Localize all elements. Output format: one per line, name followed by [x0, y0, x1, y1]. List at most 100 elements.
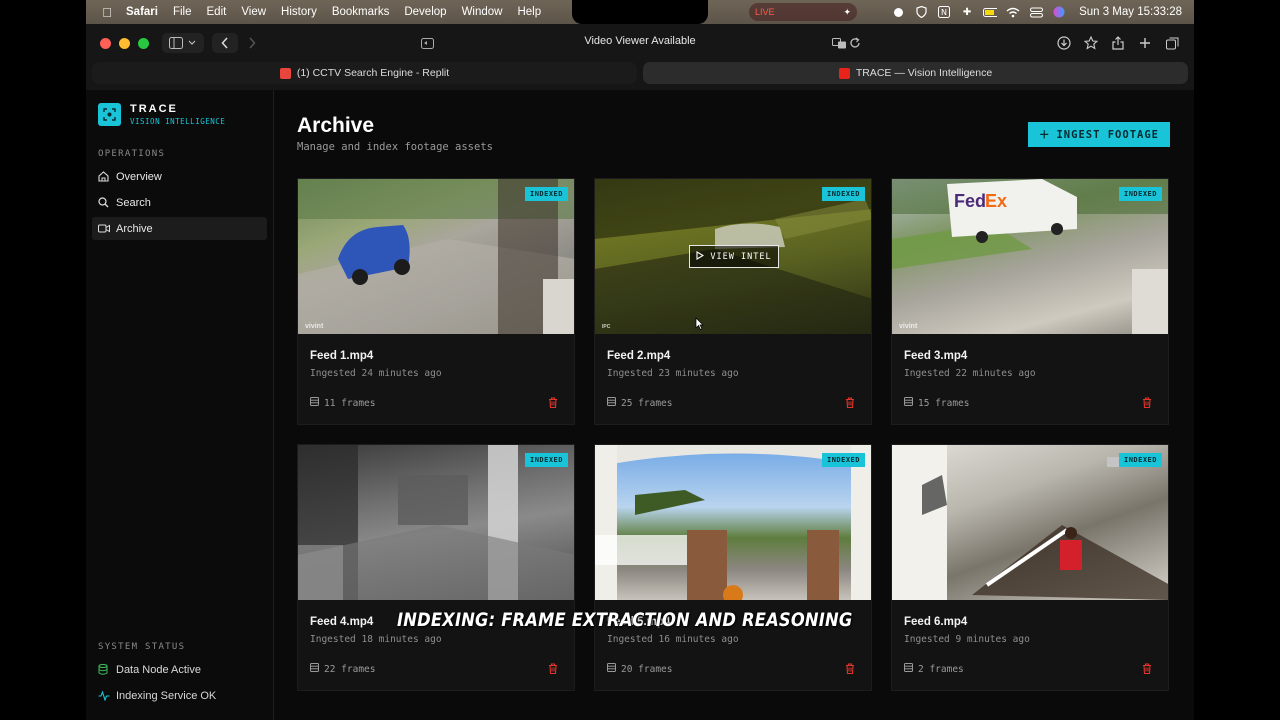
- svg-text:N: N: [941, 8, 947, 17]
- live-label: LIVE: [755, 7, 775, 17]
- tab-cctv-search[interactable]: (1) CCTV Search Engine - Replit: [92, 62, 637, 84]
- brand-subtitle: VISION INTELLIGENCE: [130, 117, 226, 126]
- feed-name: Feed 6.mp4: [904, 616, 968, 628]
- menu-clock[interactable]: Sun 3 May 15:33:28: [1079, 6, 1182, 18]
- plus-icon[interactable]: ✚: [960, 5, 974, 19]
- record-icon[interactable]: [891, 5, 905, 19]
- mouse-cursor-icon: [695, 317, 704, 334]
- translate-icon[interactable]: [831, 33, 847, 53]
- frames-label: 20 frames: [621, 663, 673, 675]
- shield-icon[interactable]: [914, 5, 928, 19]
- camera-watermark: vivint: [305, 323, 324, 330]
- feed-card[interactable]: INDEXED Feed 4.mp4 Ingested 18 minutes a…: [297, 444, 575, 691]
- tab-overview-icon[interactable]: [1164, 33, 1180, 53]
- indexed-badge: INDEXED: [821, 453, 865, 467]
- delete-icon[interactable]: [843, 395, 857, 409]
- address-bar[interactable]: Video Viewer Available: [86, 35, 1194, 47]
- feed-frame-count: 22 frames: [310, 663, 375, 675]
- feed-thumbnail[interactable]: Fed Ex INDEXED vivint: [892, 179, 1168, 334]
- home-icon: [98, 171, 110, 182]
- control-center-icon[interactable]: [1029, 5, 1043, 19]
- menu-develop[interactable]: Develop: [404, 6, 446, 18]
- status-label: Indexing Service OK: [116, 689, 217, 702]
- feed-thumbnail[interactable]: INDEXED IPC VIEW INTEL: [595, 179, 871, 334]
- feed-thumbnail[interactable]: INDEXED: [892, 445, 1168, 600]
- system-status: SYSTEM STATUS Data Node Active Indexing …: [86, 642, 273, 710]
- sidebar-item-label: Archive: [116, 222, 153, 235]
- feed-thumbnail[interactable]: INDEXED: [298, 445, 574, 600]
- feed-thumbnail[interactable]: INDEXED vivint: [298, 179, 574, 334]
- macos-menu-bar:  Safari File Edit View History Bookmark…: [86, 0, 1194, 24]
- status-label: Data Node Active: [116, 663, 201, 676]
- camera-watermark: vivint: [899, 323, 918, 330]
- feed-thumbnail[interactable]: INDEXED: [595, 445, 871, 600]
- frames-label: 2 frames: [918, 663, 964, 675]
- view-intel-button[interactable]: VIEW INTEL: [689, 245, 779, 268]
- camera-notch: [572, 0, 708, 24]
- trace-favicon-icon: [838, 67, 850, 79]
- tab-trace[interactable]: TRACE — Vision Intelligence: [643, 62, 1188, 84]
- delete-icon[interactable]: [546, 395, 560, 409]
- feed-frame-count: 25 frames: [607, 397, 672, 409]
- indexed-badge: INDEXED: [1118, 453, 1162, 467]
- menu-view[interactable]: View: [241, 6, 266, 18]
- live-indicator[interactable]: LIVE ✦: [749, 3, 857, 21]
- notion-icon[interactable]: N: [937, 5, 951, 19]
- search-icon: [98, 197, 110, 208]
- reload-icon[interactable]: [848, 33, 862, 53]
- menu-window[interactable]: Window: [462, 6, 503, 18]
- frames-label: 22 frames: [324, 663, 376, 675]
- feed-ingested-time: Ingested 16 minutes ago: [607, 634, 739, 645]
- tab-label: TRACE — Vision Intelligence: [855, 67, 993, 79]
- status-tray: N ✚ Sun 3 May 15:33:28: [891, 0, 1182, 24]
- delete-icon[interactable]: [1140, 395, 1154, 409]
- feed-frame-count: 20 frames: [607, 663, 672, 675]
- apple-icon[interactable]: : [100, 5, 114, 20]
- frames-stack-icon: [904, 663, 913, 675]
- delete-icon[interactable]: [1140, 661, 1154, 675]
- feed-ingested-time: Ingested 23 minutes ago: [607, 368, 739, 379]
- delete-icon[interactable]: [546, 661, 560, 675]
- indexed-badge: INDEXED: [1118, 187, 1162, 201]
- replit-favicon-icon: [279, 67, 291, 79]
- feed-ingested-time: Ingested 18 minutes ago: [310, 634, 442, 645]
- feed-card[interactable]: INDEXED vivint Feed 1.mp4 Ingested 24 mi…: [297, 178, 575, 425]
- battery-icon[interactable]: [983, 5, 998, 19]
- svg-text:Ex: Ex: [985, 191, 1007, 211]
- operations-label: OPERATIONS: [98, 149, 166, 159]
- bookmark-star-icon[interactable]: [1083, 33, 1099, 53]
- feed-name: Feed 2.mp4: [607, 350, 671, 362]
- feed-card[interactable]: INDEXED Feed 5.mp4 Ingested 16 minutes a…: [594, 444, 872, 691]
- sidebar-item-overview[interactable]: Overview: [92, 165, 267, 188]
- feed-card[interactable]: INDEXED Feed 6.mp4 Ingested 9 minutes ag…: [891, 444, 1169, 691]
- new-tab-icon[interactable]: [1137, 33, 1153, 53]
- brand-name: TRACE: [130, 103, 178, 115]
- menu-edit[interactable]: Edit: [207, 6, 227, 18]
- menu-app[interactable]: Safari: [126, 6, 158, 18]
- camera-watermark: IPC: [602, 324, 611, 330]
- menu-bookmarks[interactable]: Bookmarks: [332, 6, 390, 18]
- share-icon[interactable]: [1110, 33, 1126, 53]
- page-title: Archive: [297, 114, 375, 137]
- delete-icon[interactable]: [843, 661, 857, 675]
- sidebar-item-search[interactable]: Search: [92, 191, 267, 214]
- sidebar-item-archive[interactable]: Archive: [92, 217, 267, 240]
- downloads-icon[interactable]: [1056, 33, 1072, 53]
- tab-label: (1) CCTV Search Engine - Replit: [296, 67, 450, 79]
- feed-ingested-time: Ingested 22 minutes ago: [904, 368, 1036, 379]
- menu-help[interactable]: Help: [517, 6, 541, 18]
- feed-card[interactable]: Fed Ex INDEXED vivint Feed 3.mp4 Ingeste…: [891, 178, 1169, 425]
- plus-icon: ＋: [1038, 129, 1051, 141]
- brand[interactable]: TRACE VISION INTELLIGENCE: [98, 103, 273, 126]
- menu-file[interactable]: File: [173, 6, 192, 18]
- feed-name: Feed 4.mp4: [310, 616, 374, 628]
- ingest-footage-button[interactable]: ＋ INGEST FOOTAGE: [1028, 122, 1170, 147]
- wifi-icon[interactable]: [1006, 5, 1020, 19]
- feed-name: Feed 1.mp4: [310, 350, 374, 362]
- frames-label: 11 frames: [324, 397, 376, 409]
- indexed-badge: INDEXED: [821, 187, 865, 201]
- menu-history[interactable]: History: [281, 6, 317, 18]
- siri-icon[interactable]: [1052, 5, 1066, 19]
- feed-card[interactable]: INDEXED IPC VIEW INTEL Feed 2.mp4 Ingest…: [594, 178, 872, 425]
- indexed-badge: INDEXED: [524, 187, 568, 201]
